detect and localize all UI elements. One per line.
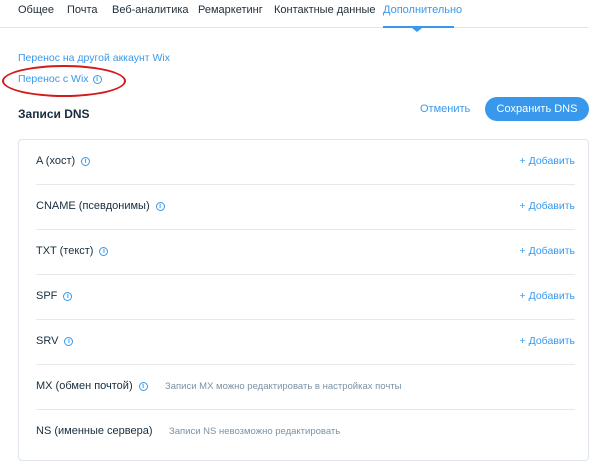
info-icon[interactable]: i <box>99 247 109 256</box>
transfer-to-account-link[interactable]: Перенос на другой аккаунт Wix <box>18 52 170 64</box>
dns-records-panel: A (хост) i + Добавить CNAME (псевдонимы) i… <box>18 139 589 461</box>
record-label-text: SRV <box>36 335 59 347</box>
info-icon[interactable]: i <box>81 157 91 166</box>
record-label: CNAME (псевдонимы) i <box>36 200 165 212</box>
dns-record-row-txt: TXT (текст) i + Добавить <box>19 230 588 275</box>
info-icon[interactable]: i <box>138 382 148 391</box>
record-label: A (хост) i <box>36 155 91 167</box>
tab-web-analytics[interactable]: Веб-аналитика <box>112 4 189 16</box>
info-icon[interactable]: i <box>64 337 74 346</box>
record-label: TXT (текст) i <box>36 245 109 257</box>
record-label: SRV i <box>36 335 74 347</box>
mx-record-note: Записи MX можно редактировать в настройк… <box>165 381 402 392</box>
add-cname-record-button[interactable]: + Добавить <box>520 200 575 212</box>
add-a-record-button[interactable]: + Добавить <box>520 155 575 167</box>
record-label: MX (обмен почтой) i <box>36 380 148 392</box>
active-tab-caret <box>412 28 422 32</box>
tab-bar: Общее Почта Веб-аналитика Ремаркетинг Ко… <box>0 0 588 32</box>
info-icon[interactable]: i <box>63 292 73 301</box>
record-label-text: TXT (текст) <box>36 245 94 257</box>
record-label: NS (именные сервера) <box>36 425 153 437</box>
add-srv-record-button[interactable]: + Добавить <box>520 335 575 347</box>
add-spf-record-button[interactable]: + Добавить <box>520 290 575 302</box>
add-txt-record-button[interactable]: + Добавить <box>520 245 575 257</box>
transfer-from-wix-label: Перенос с Wix <box>18 73 89 85</box>
dns-record-row-cname: CNAME (псевдонимы) i + Добавить <box>19 185 588 230</box>
dns-record-row-ns: NS (именные сервера) Записи NS невозможн… <box>19 410 588 455</box>
tab-general[interactable]: Общее <box>18 4 54 16</box>
tab-mail[interactable]: Почта <box>67 4 98 16</box>
transfer-from-wix-link[interactable]: Перенос с Wix i <box>18 73 102 85</box>
dns-record-row-a: A (хост) i + Добавить <box>19 140 588 185</box>
save-dns-button[interactable]: Сохранить DNS <box>485 97 589 121</box>
tab-remarketing[interactable]: Ремаркетинг <box>198 4 263 16</box>
record-label-text: A (хост) <box>36 155 76 167</box>
record-label: SPF i <box>36 290 73 302</box>
cancel-button[interactable]: Отменить <box>420 103 470 115</box>
record-label-text: NS (именные сервера) <box>36 425 153 437</box>
tab-advanced[interactable]: Дополнительно <box>383 4 462 16</box>
dns-record-row-spf: SPF i + Добавить <box>19 275 588 320</box>
record-label-text: CNAME (псевдонимы) <box>36 200 150 212</box>
dns-records-title: Записи DNS <box>18 107 90 121</box>
ns-record-note: Записи NS невозможно редактировать <box>169 426 341 437</box>
info-icon[interactable]: i <box>92 75 102 84</box>
record-label-text: SPF <box>36 290 58 302</box>
record-label-text: MX (обмен почтой) <box>36 380 133 392</box>
tab-contact-data[interactable]: Контактные данные <box>274 4 375 16</box>
dns-record-row-srv: SRV i + Добавить <box>19 320 588 365</box>
info-icon[interactable]: i <box>155 202 165 211</box>
dns-record-row-mx: MX (обмен почтой) i Записи MX можно редак… <box>19 365 588 410</box>
